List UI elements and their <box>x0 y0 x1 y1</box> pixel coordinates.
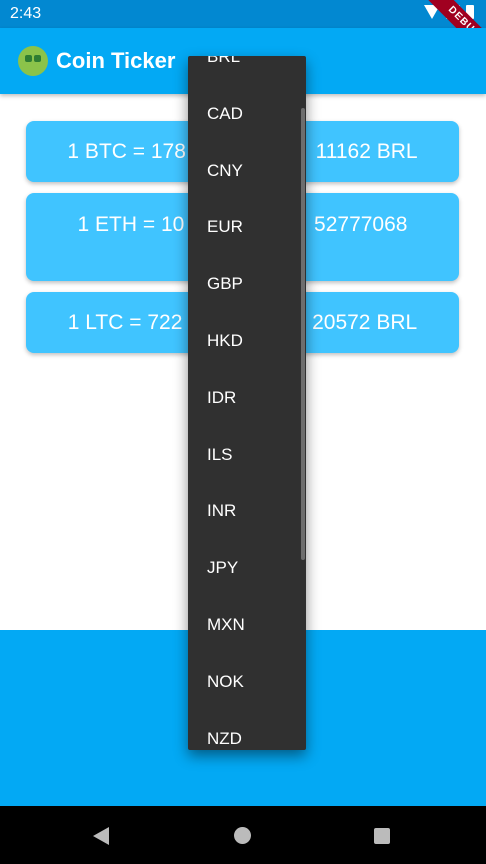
ltc-rate-text: 1 LTC = 722 <box>67 311 183 334</box>
btc-rate-text-tail: 11162 BRL <box>315 140 418 163</box>
currency-option[interactable]: NOK <box>188 654 306 711</box>
currency-option[interactable]: MXN <box>188 597 306 654</box>
currency-option[interactable]: IDR <box>188 370 306 427</box>
ltc-rate-text-tail: 20572 BRL <box>312 311 418 334</box>
money-mouth-face-icon <box>18 46 48 76</box>
eth-rate-text: 1 ETH = 10 <box>77 213 185 236</box>
currency-option[interactable]: CNY <box>188 143 306 200</box>
currency-option[interactable]: CAD <box>188 86 306 143</box>
status-bar: 2:43 <box>0 0 486 28</box>
currency-option[interactable]: EUR <box>188 199 306 256</box>
currency-option[interactable]: NZD <box>188 711 306 750</box>
currency-option[interactable]: ILS <box>188 427 306 484</box>
eth-rate-text-tail: 52777068 <box>314 213 408 236</box>
currency-option[interactable]: HKD <box>188 313 306 370</box>
currency-dropdown-list: BRL CAD CNY EUR GBP HKD IDR ILS INR JPY … <box>188 56 306 750</box>
app-title: Coin Ticker <box>56 48 176 73</box>
navigation-bar <box>0 806 486 864</box>
recents-icon[interactable] <box>374 828 390 844</box>
currency-option[interactable]: GBP <box>188 256 306 313</box>
currency-option[interactable]: JPY <box>188 540 306 597</box>
btc-rate-text: 1 BTC = 178 <box>67 140 186 163</box>
currency-dropdown-menu[interactable]: BRL CAD CNY EUR GBP HKD IDR ILS INR JPY … <box>188 56 306 750</box>
currency-option[interactable]: BRL <box>188 56 306 86</box>
home-icon[interactable] <box>234 827 251 844</box>
currency-option[interactable]: INR <box>188 483 306 540</box>
status-time: 2:43 <box>10 5 42 22</box>
back-icon[interactable] <box>93 827 109 845</box>
dropdown-scrollbar[interactable] <box>301 108 305 560</box>
